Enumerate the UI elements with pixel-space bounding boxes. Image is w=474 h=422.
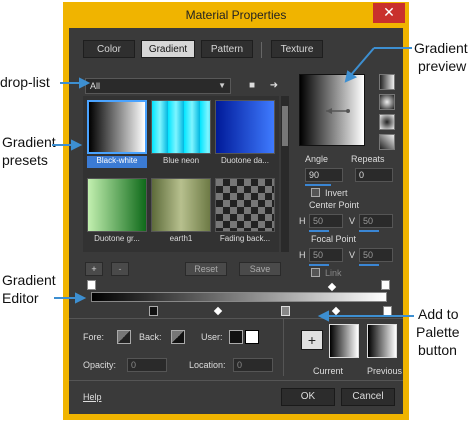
arrow-head	[75, 292, 87, 304]
arrow-head	[317, 310, 329, 322]
arrow-head	[79, 77, 91, 89]
arrow-gradient-preview-diag	[349, 47, 375, 77]
callout-arrows	[52, 47, 414, 322]
arrow-head	[344, 70, 358, 83]
arrow-head	[71, 139, 83, 151]
